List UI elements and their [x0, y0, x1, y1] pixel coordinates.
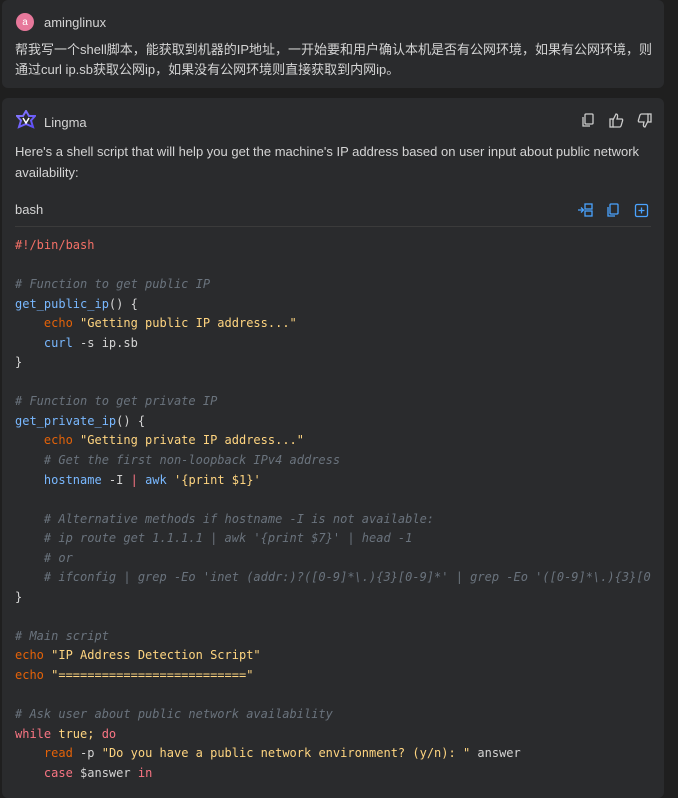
code-token: # Function to get private IP — [15, 394, 218, 409]
code-token: '{print $1}' — [166, 472, 261, 487]
code-token: } — [15, 355, 23, 370]
code-line: # ifconfig | grep -Eo 'inet (addr:)?([0-… — [15, 568, 651, 588]
code-token: do — [101, 726, 117, 741]
code-token: echo — [15, 668, 44, 683]
code-line: # ip route get 1.1.1.1 | awk '{print $7}… — [15, 529, 651, 549]
code-line: # Function to get private IP — [15, 392, 651, 412]
code-token: "Do you have a public network environmen… — [101, 746, 471, 761]
code-line: echo "IP Address Detection Script" — [15, 646, 651, 666]
user-message-text: 帮我写一个shell脚本，能获取到机器的IP地址，一开始要和用户确认本机是否有公… — [15, 42, 653, 77]
copy-icon[interactable] — [580, 112, 596, 128]
code-line: while true; do — [15, 725, 651, 745]
user-message: a aminglinux 帮我写一个shell脚本，能获取到机器的IP地址，一开… — [2, 0, 664, 88]
code-token: "Getting public IP address..." — [72, 316, 297, 331]
insert-icon[interactable] — [577, 202, 593, 218]
code-token: -s ip.sb — [72, 335, 138, 350]
lingma-logo-icon — [14, 108, 38, 135]
code-line: read -p "Do you have a public network en… — [15, 744, 651, 764]
code-token: echo — [43, 316, 73, 331]
code-token: "IP Address Detection Script" — [43, 648, 261, 663]
code-actions — [577, 202, 649, 218]
code-block-header: bash — [15, 196, 651, 227]
code-line: # Function to get public IP — [15, 275, 651, 295]
code-line: } — [15, 353, 651, 373]
code-line: hostname -I | awk '{print $1}' — [15, 471, 651, 491]
message-actions — [580, 112, 652, 128]
code-line: # Ask user about public network availabi… — [15, 705, 651, 725]
code-token: read — [43, 746, 73, 761]
assistant-header: Lingma — [14, 108, 87, 135]
code-line: case $answer in — [15, 764, 651, 784]
code-token: awk — [145, 472, 167, 487]
code-language-label: bash — [15, 202, 44, 217]
code-token: answer — [470, 746, 521, 761]
avatar: a — [16, 13, 34, 31]
code-line: get_private_ip() { — [15, 412, 651, 432]
code-line: curl -s ip.sb — [15, 334, 651, 354]
code-token: case — [43, 765, 73, 780]
code-token: # Main script — [15, 628, 109, 643]
code-token: curl — [43, 335, 73, 350]
code-token: () { — [116, 413, 146, 428]
code-token: true; — [51, 726, 102, 741]
code-line: get_public_ip() { — [15, 295, 651, 315]
code-token: -I — [101, 472, 131, 487]
thumbs-up-icon[interactable] — [608, 112, 624, 128]
code-token: | — [130, 472, 138, 487]
code-token: # ifconfig | grep -Eo 'inet (addr:)?([0-… — [15, 570, 651, 585]
user-header: a aminglinux — [16, 12, 106, 32]
code-token: while — [15, 726, 52, 741]
copy-code-icon[interactable] — [605, 202, 621, 218]
code-line: } — [15, 588, 651, 608]
code-token: # Ask user about public network availabi… — [15, 707, 333, 722]
code-token: #!/bin/bash — [15, 238, 95, 252]
code-token: # Function to get public IP — [15, 277, 211, 292]
thumbs-down-icon[interactable] — [636, 112, 652, 128]
code-token: "==========================" — [43, 668, 254, 683]
new-file-icon[interactable] — [633, 202, 649, 218]
assistant-name: Lingma — [44, 114, 87, 130]
code-line: # Get the first non-loopback IPv4 addres… — [15, 451, 651, 471]
code-token: # or — [15, 550, 73, 565]
code-line: echo "==========================" — [15, 666, 651, 686]
code-token: hostname — [43, 472, 102, 487]
username: aminglinux — [44, 14, 107, 30]
code-token: $answer — [72, 765, 138, 780]
code-block: #!/bin/bash # Function to get public IP g… — [15, 236, 651, 783]
code-line: echo "Getting private IP address..." — [15, 431, 651, 451]
code-token: in — [137, 765, 153, 780]
code-token: # Get the first non-loopback IPv4 addres… — [15, 453, 341, 468]
code-token: } — [15, 589, 23, 604]
code-token: get_private_ip — [15, 413, 117, 428]
assistant-intro-text: Here's a shell script that will help you… — [15, 144, 640, 180]
code-token: # Alternative methods if hostname -I is … — [15, 511, 435, 526]
code-line: # Main script — [15, 627, 651, 647]
code-token: # ip route get 1.1.1.1 | awk '{print $7}… — [15, 531, 413, 546]
code-line: # Alternative methods if hostname -I is … — [15, 510, 651, 530]
code-token: echo — [15, 648, 44, 663]
assistant-message: Lingma Here's a shell script that will h… — [2, 98, 664, 798]
code-token: -p — [72, 746, 102, 761]
code-token: () { — [108, 296, 138, 311]
code-token: get_public_ip — [15, 296, 109, 311]
code-token: "Getting private IP address..." — [72, 433, 304, 448]
code-line: #!/bin/bash — [15, 236, 651, 256]
code-line: # or — [15, 549, 651, 569]
code-token: echo — [43, 433, 73, 448]
code-line: echo "Getting public IP address..." — [15, 314, 651, 334]
